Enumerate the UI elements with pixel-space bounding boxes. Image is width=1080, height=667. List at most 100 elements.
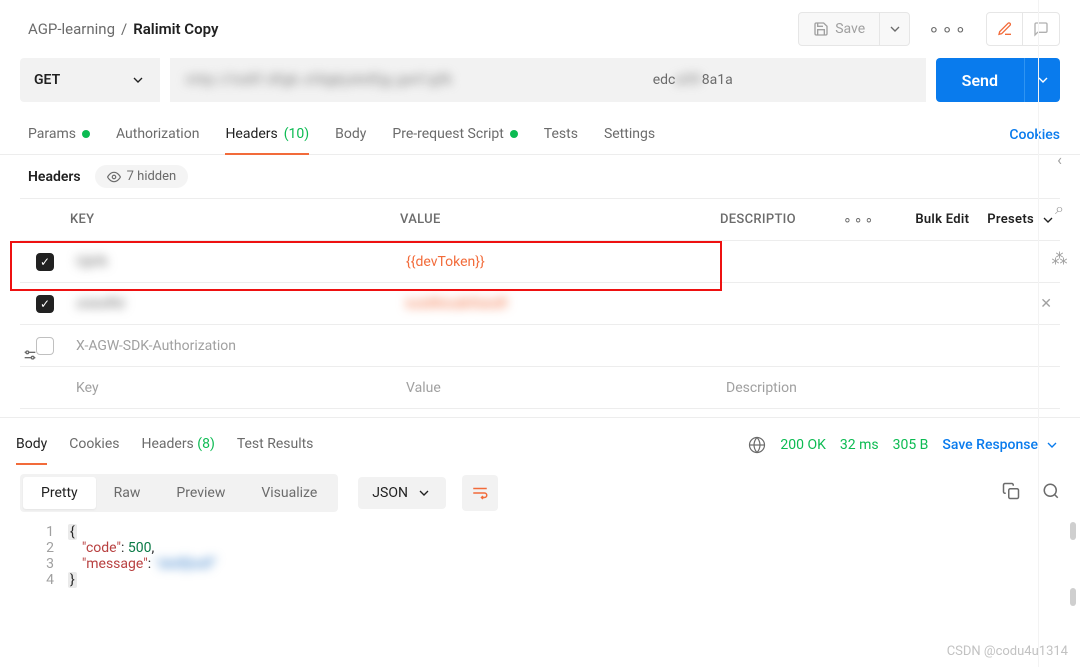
headers-section-label: Headers <box>28 169 81 185</box>
chevron-down-icon <box>887 21 903 37</box>
globe-icon[interactable] <box>748 436 766 454</box>
response-format-select[interactable]: JSON <box>358 477 446 509</box>
response-tab-test-results[interactable]: Test Results <box>237 426 314 464</box>
json-value-obscured: "skdfjlsdf" <box>155 556 217 572</box>
tab-label: Headers <box>141 436 193 452</box>
status-dot-icon <box>82 130 90 138</box>
url-segment: 8a1a <box>702 72 733 88</box>
toggle-hidden-headers[interactable]: 7 hidden <box>95 165 189 188</box>
status-code[interactable]: 200 OK <box>780 437 826 453</box>
header-key-field[interactable]: slskdfld <box>70 286 400 322</box>
header-description-field[interactable]: Description <box>720 370 1060 406</box>
header-key-field[interactable]: X-AGW-SDK-Authorization <box>70 328 400 364</box>
send-button[interactable]: Send <box>936 58 1024 102</box>
watermark: CSDN @codu4u1314 <box>947 644 1068 659</box>
more-actions-button[interactable]: ∘∘∘ <box>920 19 976 40</box>
tab-label: Pre-request Script <box>392 126 503 142</box>
row-enable-checkbox[interactable] <box>36 253 54 271</box>
line-number: 2 <box>36 540 68 556</box>
presets-label: Presets <box>987 212 1034 227</box>
response-format-value: JSON <box>372 485 408 501</box>
code-brace: } <box>68 572 77 588</box>
tab-label: Settings <box>604 126 655 142</box>
chevron-down-icon <box>416 485 432 501</box>
col-key: KEY <box>70 212 400 227</box>
header-value-field[interactable]: {{devToken}} <box>400 244 720 280</box>
response-body-viewer[interactable]: 1{ 2 "code": 500, 3 "message": "skdfjlsd… <box>0 518 1080 608</box>
save-button-label: Save <box>835 21 865 37</box>
http-method-select[interactable]: GET <box>20 58 160 102</box>
status-time[interactable]: 32 ms <box>840 437 879 453</box>
tab-params[interactable]: Params <box>28 116 90 154</box>
view-visualize[interactable]: Visualize <box>243 477 335 509</box>
save-icon <box>813 21 829 37</box>
pencil-icon <box>997 21 1013 37</box>
chevron-down-icon <box>130 72 146 88</box>
response-tab-headers[interactable]: Headers (8) <box>141 426 214 464</box>
headers-table-head: KEY VALUE DESCRIPTIO ∘∘∘ Bulk Edit Prese… <box>20 199 1060 241</box>
response-tab-body[interactable]: Body <box>16 426 47 464</box>
tab-tests[interactable]: Tests <box>544 116 578 154</box>
status-dot-icon <box>510 130 518 138</box>
http-method-value: GET <box>34 72 60 88</box>
sidebar-item[interactable]: ‹ <box>1057 150 1062 169</box>
tab-body[interactable]: Body <box>335 116 366 154</box>
row-options-button[interactable] <box>22 347 38 367</box>
table-row: slskdfld ksldfklsdkflskdfl ✕ <box>20 283 1060 325</box>
breadcrumb-request[interactable]: Ralimit Copy <box>133 20 218 38</box>
view-raw[interactable]: Raw <box>96 477 159 509</box>
view-pretty[interactable]: Pretty <box>23 477 96 509</box>
sidebar-item[interactable]: ⌕ <box>1055 199 1064 219</box>
sidebar-item[interactable]: ⁂ <box>1052 249 1068 268</box>
header-key-field[interactable]: Gjkfk <box>70 244 400 280</box>
tab-label: Headers <box>225 126 277 142</box>
status-size[interactable]: 305 B <box>893 437 929 453</box>
tab-label: Tests <box>544 126 578 142</box>
header-key-field[interactable]: Key <box>70 370 400 406</box>
tab-count: (10) <box>284 126 309 142</box>
line-number: 4 <box>36 572 68 588</box>
copy-response-button[interactable] <box>1002 482 1020 504</box>
header-value-field[interactable]: Value <box>400 370 720 406</box>
row-enable-checkbox[interactable] <box>36 337 54 355</box>
copy-icon <box>1002 482 1020 500</box>
save-response-label: Save Response <box>942 437 1038 453</box>
tab-settings[interactable]: Settings <box>604 116 655 154</box>
col-value: VALUE <box>400 212 720 227</box>
json-key: "message" <box>82 556 148 572</box>
bulk-edit-button[interactable]: Bulk Edit <box>915 212 969 227</box>
save-button[interactable]: Save <box>799 13 879 45</box>
line-number: 1 <box>36 524 68 540</box>
tab-label: Cookies <box>69 436 119 452</box>
wrap-lines-button[interactable] <box>462 475 498 511</box>
breadcrumb-workspace[interactable]: AGP-learning <box>28 20 115 38</box>
sliders-icon <box>22 347 38 363</box>
tab-headers[interactable]: Headers (10) <box>225 116 309 154</box>
url-segment: edc <box>653 72 676 88</box>
row-enable-checkbox[interactable] <box>36 295 54 313</box>
edit-button[interactable] <box>987 13 1023 45</box>
save-dropdown-caret[interactable] <box>879 13 909 45</box>
table-row: Gjkfk {{devToken}} <box>20 241 1060 283</box>
request-url-input[interactable]: nttp://lsdlf.dfgk.sfdgkjskdfjg.gwf/gfk e… <box>170 58 926 102</box>
wrap-icon <box>471 484 489 502</box>
tab-label: Authorization <box>116 126 199 142</box>
tab-count: (8) <box>197 436 215 452</box>
tab-label: Body <box>335 126 366 142</box>
col-description: DESCRIPTIO <box>720 212 835 227</box>
tab-authorization[interactable]: Authorization <box>116 116 199 154</box>
line-number: 3 <box>36 556 68 572</box>
response-tab-cookies[interactable]: Cookies <box>69 426 119 464</box>
column-options-button[interactable]: ∘∘∘ <box>835 212 875 228</box>
eye-icon <box>107 170 121 184</box>
tab-pre-request-script[interactable]: Pre-request Script <box>392 116 517 154</box>
view-preview[interactable]: Preview <box>158 477 243 509</box>
breadcrumb-separator: / <box>121 20 127 38</box>
json-key: "code" <box>82 540 121 556</box>
tab-label: Params <box>28 126 76 142</box>
header-value-field[interactable]: ksldfklsdkflskdfl <box>400 286 720 322</box>
breadcrumb: AGP-learning / Ralimit Copy <box>28 20 218 38</box>
table-row: X-AGW-SDK-Authorization <box>20 325 1060 367</box>
tab-label: Test Results <box>237 436 314 452</box>
table-row-new: Key Value Description <box>20 367 1060 409</box>
